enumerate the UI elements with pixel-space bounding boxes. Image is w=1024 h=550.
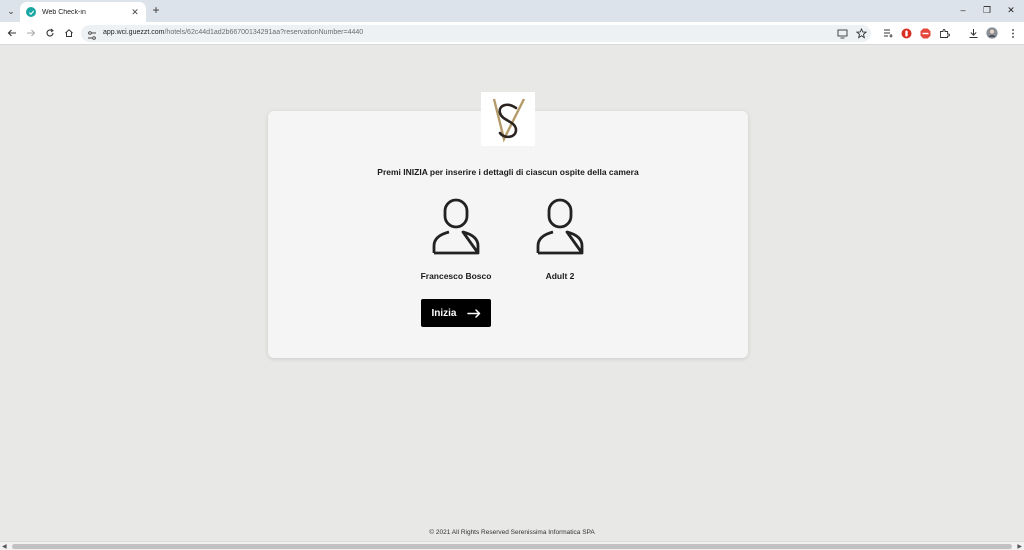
reload-icon[interactable] — [43, 26, 57, 40]
minimize-button[interactable]: – — [953, 3, 973, 17]
vs-monogram-logo — [492, 98, 526, 143]
bookmark-star-icon[interactable] — [855, 28, 867, 39]
new-tab-button[interactable]: + — [149, 3, 163, 17]
scroll-right-icon[interactable]: ▶ — [1017, 543, 1022, 550]
forward-icon[interactable] — [24, 26, 38, 40]
extensions-puzzle-icon[interactable] — [938, 27, 950, 39]
browser-tab-strip: ⌄ Web Check-in ✕ + – ❐ ✕ — [0, 0, 1024, 22]
start-button[interactable]: Inizia — [421, 299, 491, 327]
more-menu-icon[interactable] — [1007, 27, 1019, 39]
arrow-right-icon — [466, 308, 480, 318]
hotel-logo — [481, 92, 535, 146]
downloads-icon[interactable] — [967, 27, 979, 39]
url-path: /hotels/62c44d1ad2b66700134291aa?reserva… — [164, 29, 364, 36]
horizontal-scrollbar[interactable]: ◀ ▶ — [0, 541, 1024, 550]
tab-title: Web Check-in — [42, 8, 86, 16]
person-icon — [432, 198, 480, 255]
scroll-left-icon[interactable]: ◀ — [2, 543, 7, 550]
checkin-card — [268, 111, 748, 358]
url-host: app.wci.guezzt.com — [103, 29, 165, 36]
browser-tab[interactable]: Web Check-in ✕ — [20, 2, 146, 22]
browser-toolbar: app.wci.guezzt.com/hotels/62c44d1ad2b667… — [0, 22, 1024, 45]
extension-red-icon[interactable] — [900, 27, 912, 39]
close-window-button[interactable]: ✕ — [1001, 3, 1021, 17]
guest-name: Francesco Bosco — [420, 271, 492, 281]
reading-list-icon[interactable] — [882, 27, 894, 39]
person-icon — [536, 198, 584, 255]
guest-name: Adult 2 — [545, 271, 575, 281]
site-info-icon[interactable] — [86, 28, 98, 40]
profile-avatar-icon[interactable] — [986, 27, 998, 39]
url-text: app.wci.guezzt.com/hotels/62c44d1ad2b667… — [103, 29, 363, 36]
home-icon[interactable] — [62, 26, 76, 40]
start-button-label: Inizia — [431, 307, 457, 319]
scrollbar-thumb[interactable] — [12, 544, 1012, 549]
tab-close-icon[interactable]: ✕ — [130, 7, 140, 18]
restore-button[interactable]: ❐ — [977, 3, 997, 17]
install-app-icon[interactable] — [836, 28, 848, 39]
tab-favicon-icon — [26, 7, 36, 17]
guest-card[interactable]: Adult 2 — [520, 198, 600, 281]
address-bar[interactable]: app.wci.guezzt.com/hotels/62c44d1ad2b667… — [81, 25, 871, 42]
adblock-icon[interactable] — [919, 27, 931, 39]
tab-search-button[interactable]: ⌄ — [3, 3, 19, 19]
instruction-text: Premi INIZIA per inserire i dettagli di … — [377, 167, 639, 177]
back-icon[interactable] — [5, 26, 19, 40]
copyright-footer: © 2021 All Rights Reserved Serenissima I… — [429, 529, 595, 536]
guest-card[interactable]: Francesco Bosco — [416, 198, 496, 281]
